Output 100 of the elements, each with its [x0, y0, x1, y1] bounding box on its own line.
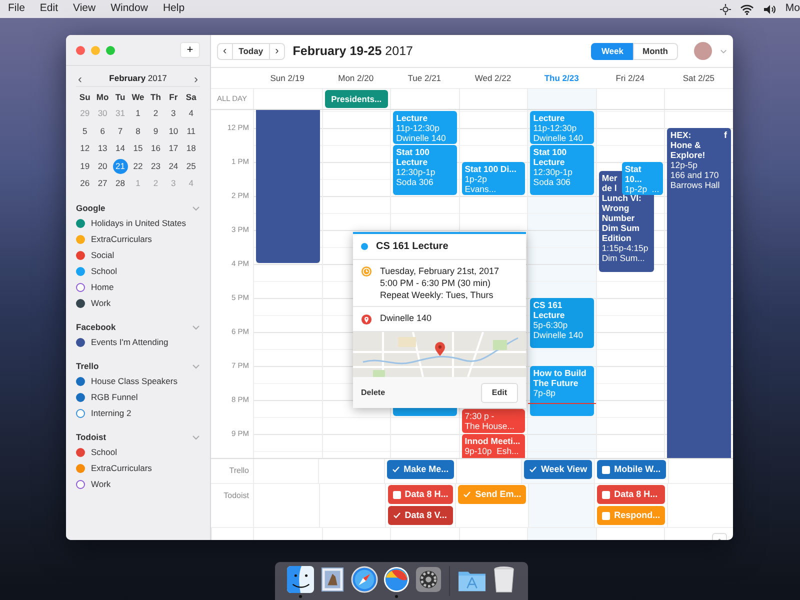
trash-icon[interactable] — [492, 566, 516, 593]
calendar-day[interactable]: 17 — [166, 141, 181, 156]
menu-item[interactable]: Window — [110, 1, 148, 17]
check-icon[interactable] — [392, 466, 400, 473]
add-button[interactable]: + — [180, 42, 200, 58]
event-block[interactable]: Innod Meeti... 9p-10p Esh... — [462, 434, 526, 458]
task-chip[interactable]: Data 8 H... — [597, 485, 666, 504]
event-detail: Dwinelle 140 — [533, 330, 584, 340]
calendar-name[interactable]: ExtraCurriculars — [91, 462, 152, 475]
calendar-day[interactable]: 7 — [112, 124, 128, 139]
checkbox[interactable] — [602, 490, 610, 498]
caret-icon[interactable] — [720, 48, 727, 54]
menu-status-text[interactable]: Mo — [785, 1, 800, 17]
next-week-button[interactable]: › — [269, 42, 285, 60]
task-chip[interactable]: Mobile W... — [597, 460, 666, 479]
calendar-day[interactable]: 11 — [184, 124, 199, 139]
previous-month-button[interactable]: ‹ — [76, 72, 84, 84]
calendar-name[interactable]: House Class Speakers — [91, 375, 178, 388]
calendar-day[interactable]: 1 — [130, 106, 146, 122]
calendar-name[interactable]: Holidays in United States — [91, 217, 186, 230]
task-chip[interactable]: Data 8 V... — [388, 506, 454, 525]
calendar-day[interactable]: 24 — [166, 158, 181, 174]
face-icon[interactable] — [287, 566, 314, 593]
calendar-name[interactable]: Home — [91, 281, 114, 294]
calendar-name[interactable]: Social — [91, 249, 114, 262]
settings-icon[interactable] — [415, 566, 442, 593]
edit-button[interactable]: Edit — [480, 382, 518, 402]
check-icon[interactable] — [392, 512, 401, 519]
delete-button[interactable]: Delete — [361, 386, 386, 398]
calendar-name[interactable]: RGB Funnel — [91, 391, 138, 404]
previous-week-button[interactable]: ‹ — [217, 42, 233, 60]
event-detail: The House... — [464, 420, 516, 431]
calendar-day[interactable]: 3 — [166, 106, 181, 122]
calendar-name[interactable]: ExtraCurriculars — [91, 233, 152, 246]
checkbox[interactable] — [392, 490, 401, 498]
task-chip[interactable]: Data 8 H... — [388, 485, 454, 504]
color-dot[interactable] — [76, 377, 85, 386]
app-icon[interactable] — [383, 566, 410, 593]
calendar-day[interactable]: 25 — [184, 158, 199, 174]
color-dot[interactable] — [76, 393, 85, 402]
calendar-day[interactable]: 15 — [130, 141, 146, 156]
menu-item[interactable]: Help — [162, 1, 185, 17]
color-dot[interactable] — [76, 235, 85, 244]
next-month-button[interactable]: › — [192, 72, 200, 84]
calendar-day[interactable]: 4 — [184, 106, 199, 122]
color-dot[interactable] — [76, 338, 85, 347]
wifi-icon[interactable] — [740, 4, 754, 14]
calendar-day[interactable]: 20 — [95, 158, 110, 174]
calendar-name[interactable]: Events I'm Attending — [91, 336, 168, 349]
speaker-icon[interactable] — [763, 4, 776, 14]
calendar-day[interactable]: 26 — [77, 176, 92, 192]
stamp-icon[interactable] — [319, 566, 346, 593]
color-dot[interactable] — [76, 299, 85, 308]
color-dot[interactable] — [76, 251, 85, 260]
event-block[interactable]: HEX: Hone & Explore! 12p-5p 166 and 170 Barrows Hall f — [667, 128, 731, 458]
compass-icon[interactable] — [351, 566, 378, 593]
task-chip[interactable]: Week View — [524, 460, 592, 479]
check-icon[interactable] — [528, 466, 537, 473]
calendar-name[interactable]: School — [91, 265, 117, 278]
color-dot[interactable] — [76, 409, 85, 418]
calendar-day[interactable]: 2 — [148, 106, 164, 122]
checkbox[interactable] — [602, 466, 610, 474]
checkbox[interactable] — [602, 512, 610, 520]
calendar-day[interactable]: 13 — [95, 141, 110, 156]
all-day-event[interactable]: Presidents... — [324, 90, 388, 108]
calendar-day[interactable]: 5 — [77, 124, 92, 139]
calendar-day[interactable]: 18 — [184, 141, 199, 156]
calendar-day[interactable]: 6 — [95, 124, 110, 139]
crosshair-icon[interactable] — [720, 4, 732, 14]
calendar-day[interactable]: 23 — [148, 158, 164, 174]
calendar-day[interactable]: 28 — [112, 176, 128, 192]
calendar-day[interactable]: 9 — [148, 124, 164, 139]
calendar-day[interactable]: 14 — [112, 141, 128, 156]
menu-item[interactable]: View — [73, 1, 96, 17]
color-dot[interactable] — [76, 464, 85, 473]
calendar-day[interactable]: 8 — [130, 124, 146, 139]
calendar-day[interactable]: 16 — [148, 141, 164, 156]
calendar-day[interactable]: 19 — [77, 158, 92, 174]
color-dot[interactable] — [76, 283, 85, 292]
calendar-day[interactable]: 10 — [166, 124, 181, 139]
color-dot[interactable] — [76, 448, 85, 457]
color-dot[interactable] — [76, 267, 85, 276]
calendar-name[interactable]: Work — [91, 478, 111, 491]
calendar-day[interactable]: 27 — [95, 176, 110, 192]
calendar-name[interactable]: Work — [91, 297, 111, 310]
calendar-name[interactable]: Interning 2 — [91, 407, 132, 420]
calendar-day[interactable]: 12 — [77, 141, 92, 156]
today-button[interactable]: Today — [232, 42, 270, 60]
task-chip[interactable]: Make Me... — [386, 460, 454, 479]
calendar-name[interactable]: School — [91, 446, 117, 459]
check-icon[interactable] — [463, 491, 472, 498]
color-dot[interactable] — [76, 219, 85, 228]
calendar-day[interactable]: 22 — [130, 158, 146, 174]
avatar[interactable] — [694, 42, 712, 60]
menu-item[interactable]: Edit — [40, 1, 58, 17]
menu-item[interactable]: File — [8, 1, 25, 17]
event-block[interactable]: 7:30 p - The House... — [462, 408, 526, 434]
view-tab[interactable]: Month — [632, 42, 678, 60]
color-dot[interactable] — [76, 480, 85, 489]
close-button[interactable] — [76, 46, 85, 54]
